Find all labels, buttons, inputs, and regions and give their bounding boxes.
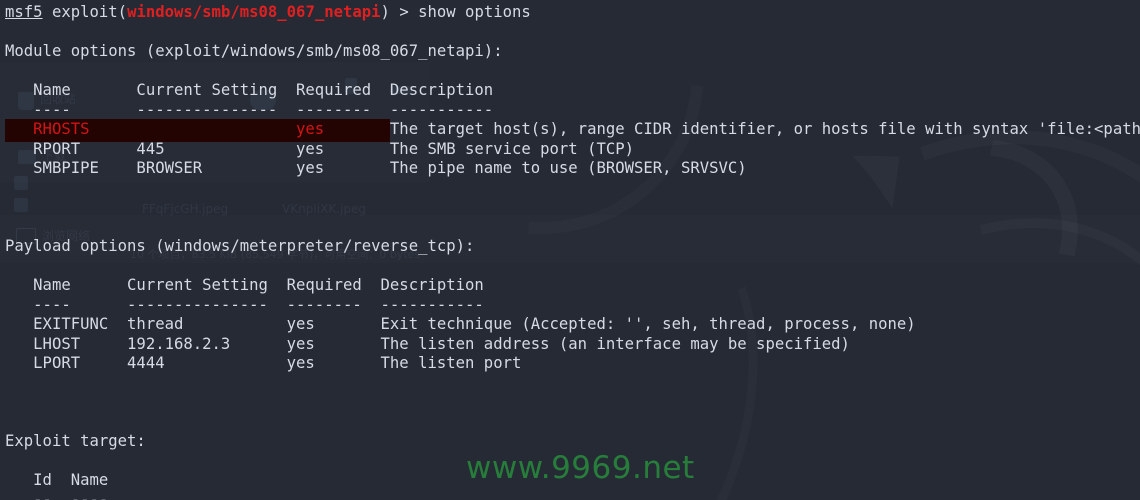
- payload-options-rule-row: ---- --------------- -------- ----------…: [5, 295, 484, 314]
- exploit-target-header-row: Id Name: [5, 471, 109, 489]
- prompt-line: msf5 exploit(windows/smb/ms08_067_netapi…: [5, 3, 1140, 23]
- exploit-target-heading: Exploit target:: [5, 432, 146, 450]
- terminal-output: msf5 exploit(windows/smb/ms08_067_netapi…: [0, 0, 1140, 500]
- table-row: EXITFUNC thread yes Exit technique (Acce…: [5, 315, 916, 333]
- table-row: SMBPIPE BROWSER yes The pipe name to use…: [5, 159, 747, 177]
- shell-name: msf5: [5, 3, 43, 21]
- table-row: RHOSTS yes The target host(s), range CID…: [5, 119, 1140, 142]
- module-options-heading: Module options (exploit/windows/smb/ms08…: [5, 42, 503, 60]
- exploit-target-rule-row: -- ----: [5, 490, 109, 500]
- entered-command: show options: [418, 3, 531, 21]
- payload-options-heading: Payload options (windows/meterpreter/rev…: [5, 237, 475, 255]
- prompt-suffix: ) >: [380, 3, 419, 21]
- payload-options-header-row: Name Current Setting Required Descriptio…: [5, 276, 484, 294]
- terminal-window[interactable]: 回收站 视频 下载 浏览网络 FFqFjcGH.jpeg VKnpIiXK.jp…: [0, 0, 1140, 500]
- module-options-header-row: Name Current Setting Required Descriptio…: [5, 81, 494, 99]
- rhosts-description: The target host(s), range CIDR identifie…: [389, 120, 1140, 138]
- prompt-module-path: windows/smb/ms08_067_netapi: [127, 3, 381, 21]
- table-row: LHOST 192.168.2.3 yes The listen address…: [5, 334, 850, 353]
- table-row: LPORT 4444 yes The listen port: [5, 354, 522, 372]
- table-row: RPORT 445 yes The SMB service port (TCP): [5, 139, 635, 158]
- module-options-rule-row: ---- --------------- -------- ----------…: [5, 100, 494, 119]
- prompt-exploit-prefix: exploit(: [42, 3, 128, 21]
- rhosts-highlighted-cells: RHOSTS yes: [5, 119, 390, 142]
